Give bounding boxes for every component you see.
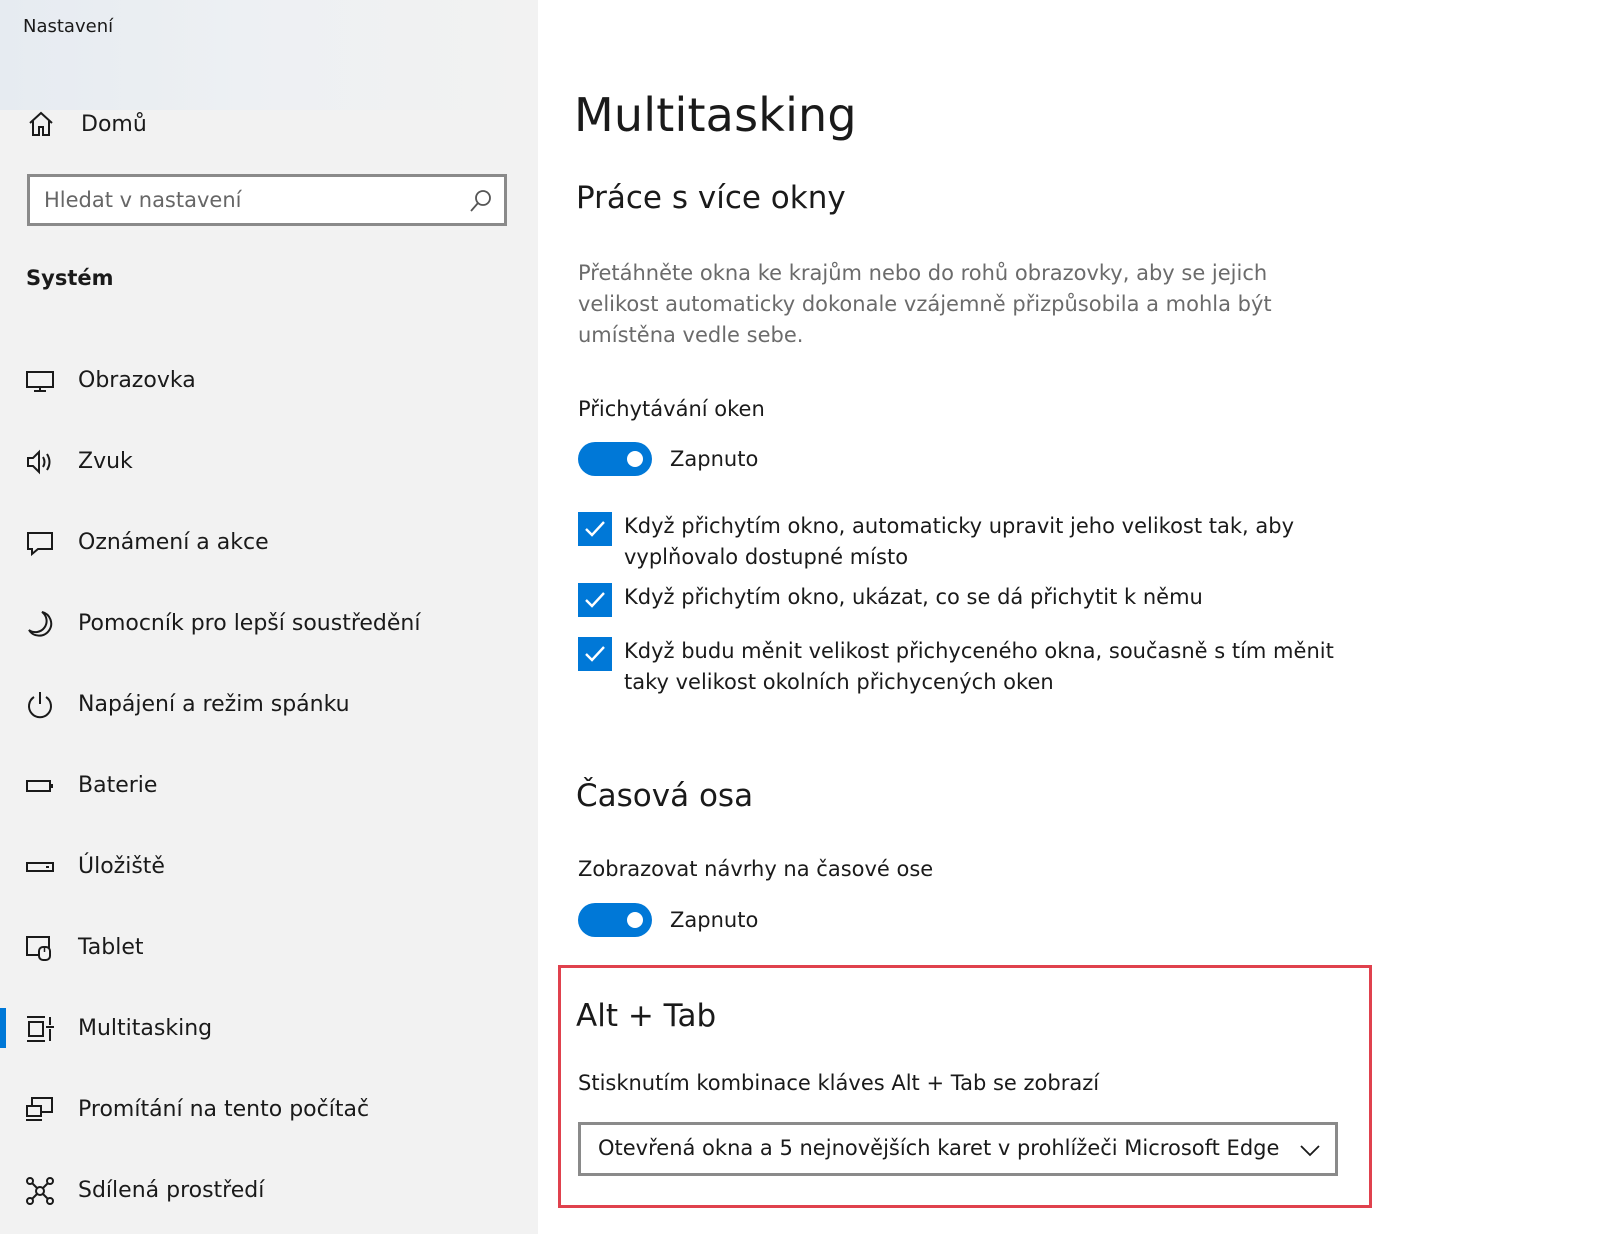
checkmark-icon xyxy=(585,646,605,662)
snap-checkbox-row: Když budu měnit velikost přichyceného ok… xyxy=(578,637,1338,698)
snap-resize-checkbox[interactable] xyxy=(578,637,612,671)
timeline-toggle[interactable] xyxy=(578,903,652,937)
sidebar-item-display[interactable]: Obrazovka xyxy=(0,340,538,421)
snap-toggle-state: Zapnuto xyxy=(670,447,759,471)
alttab-dropdown[interactable]: Otevřená okna a 5 nejnovějších karet v p… xyxy=(578,1122,1338,1176)
home-icon xyxy=(29,111,53,136)
search-icon[interactable] xyxy=(468,188,494,214)
sidebar: Nastavení Domů Systém Ob xyxy=(0,0,538,1234)
sidebar-item-storage[interactable]: Úložiště xyxy=(0,826,538,907)
sidebar-item-focus-assist[interactable]: Pomocník pro lepší soustředění xyxy=(0,583,538,664)
power-icon xyxy=(28,691,52,718)
tablet-icon xyxy=(26,935,51,961)
sidebar-item-label: Promítání na tento počítač xyxy=(78,1097,370,1122)
monitor-icon xyxy=(26,370,54,392)
timeline-toggle-row: Zapnuto xyxy=(578,902,758,938)
page-title: Multitasking xyxy=(574,88,857,142)
multitasking-icon xyxy=(27,1015,54,1042)
toggle-knob xyxy=(627,451,643,467)
sidebar-item-label: Baterie xyxy=(78,773,158,798)
snap-checkbox-row: Když přichytím okno, automaticky upravit… xyxy=(578,512,1338,573)
sidebar-item-projecting[interactable]: Promítání na tento počítač xyxy=(0,1069,538,1150)
toggle-knob xyxy=(627,912,643,928)
settings-window: Nastavení Domů Systém Ob xyxy=(0,0,1600,1234)
sidebar-item-label: Napájení a režim spánku xyxy=(78,692,350,717)
snap-assist-checkbox[interactable] xyxy=(578,583,612,617)
battery-icon xyxy=(26,779,53,792)
storage-icon xyxy=(26,861,54,872)
moon-icon xyxy=(28,610,53,637)
sidebar-item-label: Obrazovka xyxy=(78,368,196,393)
sidebar-item-power[interactable]: Napájení a režim spánku xyxy=(0,664,538,745)
search-input[interactable] xyxy=(44,185,444,215)
alttab-selected-value: Otevřená okna a 5 nejnovějších karet v p… xyxy=(598,1136,1280,1160)
snap-description: Přetáhněte okna ke krajům nebo do rohů o… xyxy=(578,261,1272,347)
shared-experiences-icon xyxy=(26,1176,54,1205)
checkbox-label: Když přichytím okno, ukázat, co se dá př… xyxy=(624,585,1203,609)
sidebar-item-label: Sdílená prostředí xyxy=(78,1178,265,1203)
snap-heading: Práce s více okny xyxy=(576,180,846,216)
selected-indicator xyxy=(0,1008,6,1048)
snap-toggle-label: Přichytávání oken xyxy=(578,397,765,421)
sidebar-item-multitasking[interactable]: Multitasking xyxy=(0,988,538,1069)
sidebar-item-label: Oznámení a akce xyxy=(78,530,269,555)
sidebar-item-sound[interactable]: Zvuk xyxy=(0,421,538,502)
speaker-icon xyxy=(27,449,51,474)
sidebar-item-tablet[interactable]: Tablet xyxy=(0,907,538,988)
notification-icon xyxy=(27,531,53,556)
sidebar-item-label: Úložiště xyxy=(78,854,165,879)
main-content: Multitasking Práce s více okny Přetáhnět… xyxy=(538,0,1600,1234)
home-nav-item[interactable]: Domů xyxy=(26,104,147,144)
checkmark-icon xyxy=(585,521,605,537)
sidebar-item-notifications[interactable]: Oznámení a akce xyxy=(0,502,538,583)
sidebar-item-label: Pomocník pro lepší soustředění xyxy=(78,611,421,636)
timeline-toggle-state: Zapnuto xyxy=(670,908,759,932)
home-label: Domů xyxy=(81,111,147,137)
window-title: Nastavení xyxy=(23,16,114,37)
checkbox-label: Když přichytím okno, automaticky upravit… xyxy=(624,514,1295,569)
sidebar-item-battery[interactable]: Baterie xyxy=(0,745,538,826)
timeline-heading: Časová osa xyxy=(576,778,754,814)
checkmark-icon xyxy=(585,592,605,608)
sidebar-nav: Obrazovka Zvuk Oznámení a akce Pomocník … xyxy=(0,340,538,1231)
checkbox-label: Když budu měnit velikost přichyceného ok… xyxy=(624,639,1334,694)
snap-fill-checkbox[interactable] xyxy=(578,512,612,546)
sidebar-item-label: Multitasking xyxy=(78,1016,213,1041)
sidebar-item-shared-experiences[interactable]: Sdílená prostředí xyxy=(0,1150,538,1231)
search-box xyxy=(27,174,507,226)
sidebar-item-label: Zvuk xyxy=(78,449,133,474)
section-title: Systém xyxy=(26,266,114,290)
snap-toggle-row: Zapnuto xyxy=(578,441,758,477)
chevron-down-icon xyxy=(1300,1145,1320,1157)
sidebar-item-label: Tablet xyxy=(78,935,144,960)
snap-checkbox-row: Když přichytím okno, ukázat, co se dá př… xyxy=(578,583,1338,617)
snap-toggle[interactable] xyxy=(578,442,652,476)
projecting-icon xyxy=(26,1096,53,1121)
timeline-toggle-label: Zobrazovat návrhy na časové ose xyxy=(578,857,934,881)
alttab-label: Stisknutím kombinace kláves Alt + Tab se… xyxy=(578,1071,1100,1095)
alttab-heading: Alt + Tab xyxy=(576,998,717,1034)
